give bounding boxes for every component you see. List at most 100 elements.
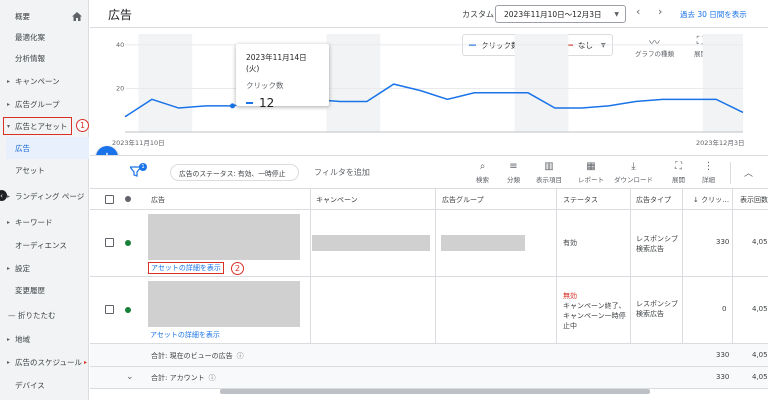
- tool-label: 展開: [672, 176, 685, 184]
- row-ad-type: レスポンシブ 検索広告: [636, 235, 678, 253]
- filter-chip-ad-status[interactable]: 広告のステータス: 有効、一時停止: [170, 164, 299, 181]
- row-status: 無効 キャンペーン終了、キャンペーン一時停止中: [563, 291, 627, 331]
- sidebar-item-settings[interactable]: ▸ 設定: [0, 258, 89, 278]
- search-icon: ⌕: [479, 161, 486, 172]
- column-header-ad[interactable]: 広告: [151, 195, 165, 205]
- chevron-right-icon: ▸: [7, 192, 11, 200]
- sidebar-item-audiences[interactable]: オーディエンス: [0, 235, 89, 255]
- tooltip-value-row: 12: [246, 96, 319, 110]
- chevron-right-icon: ▸: [7, 100, 11, 108]
- chevron-up-icon[interactable]: ︿: [744, 166, 753, 179]
- sidebar-item-recommendations[interactable]: 最適化案: [0, 27, 89, 47]
- tool-label: 詳細: [702, 176, 715, 184]
- add-filter-input[interactable]: フィルタを追加: [314, 167, 370, 178]
- date-custom-label: カスタム: [462, 10, 494, 19]
- expand-button[interactable]: ⛶ 展開: [672, 161, 685, 184]
- view-asset-details-link[interactable]: アセットの詳細を表示: [148, 262, 224, 274]
- column-header-ad-type[interactable]: 広告タイプ: [636, 195, 671, 205]
- tooltip-metric: クリック数: [246, 81, 284, 90]
- checkbox[interactable]: [105, 238, 114, 247]
- summary-label: 合計: 現在のビューの広告 ⓘ: [151, 351, 244, 361]
- x-end-label: 2023年12月3日: [696, 139, 745, 147]
- sidebar-item-ad-groups[interactable]: ▸ 広告グループ: [0, 94, 89, 114]
- help-icon[interactable]: ⓘ: [209, 373, 216, 383]
- caret-down-icon: ▼: [614, 11, 619, 18]
- y-tick-label: 40: [116, 41, 124, 49]
- search-button[interactable]: ⌕ 検索: [476, 161, 489, 184]
- sidebar-item-label: 変更履歴: [15, 285, 45, 295]
- sidebar-item-ads[interactable]: 広告: [6, 137, 89, 159]
- sidebar-item-campaigns[interactable]: ▸ キャンペーン: [0, 71, 89, 91]
- x-start-label: 2023年11月10日: [112, 139, 165, 147]
- sidebar-item-keywords[interactable]: ▸ キーワード: [0, 212, 89, 232]
- table-row: アセットの詳細を表示 無効 キャンペーン終了、キャンペーン一時停止中 レスポンシ…: [90, 277, 768, 344]
- row-checkbox[interactable]: [105, 305, 114, 314]
- more-button[interactable]: ⋮ 詳細: [702, 161, 715, 184]
- sidebar-item-change-history[interactable]: 変更履歴: [0, 280, 89, 300]
- expand-icon: ⛶: [675, 161, 682, 172]
- sidebar-item-devices[interactable]: デバイス: [0, 375, 89, 395]
- sidebar-item-locations[interactable]: ▸ 地域: [0, 329, 89, 349]
- segment-button[interactable]: ≡ 分類: [507, 161, 520, 184]
- date-range-picker[interactable]: 2023年11月10日～12月3日 ▼: [495, 5, 626, 23]
- sidebar-item-label: 広告グループ: [15, 99, 60, 109]
- status-dot: [125, 240, 131, 246]
- sidebar-item-label: 折りたたむ: [18, 310, 56, 320]
- sidebar-item-ads-assets[interactable]: ▾ 広告とアセット: [3, 116, 72, 136]
- column-header-clicks[interactable]: ↓ クリッ…: [693, 195, 729, 205]
- annotation-badge-1: 1: [76, 119, 89, 132]
- row-ad-type: レスポンシブ 検索広告: [636, 300, 678, 318]
- status-title: 無効: [563, 292, 577, 300]
- status-detail: キャンペーン終了、キャンペーン一時停止中: [563, 302, 626, 330]
- tool-label: 分類: [507, 176, 520, 184]
- column-header-impressions[interactable]: 表示回数: [740, 195, 768, 205]
- line-chart: 2040: [116, 34, 744, 133]
- chevron-left-icon[interactable]: ‹: [636, 5, 640, 18]
- sidebar-item-label: オーディエンス: [15, 240, 67, 250]
- tool-label: 検索: [476, 176, 489, 184]
- sidebar-item-label: 概要: [15, 11, 30, 21]
- row-status: 有効: [563, 239, 577, 247]
- column-header-ad-group[interactable]: 広告グループ: [442, 195, 484, 205]
- chevron-right-icon: ▸: [7, 335, 11, 343]
- tool-label: 表示項目: [536, 176, 562, 184]
- row-impressions: 4,05: [752, 305, 768, 313]
- table-header: 広告 キャンペーン 広告グループ ステータス 広告タイプ ↓ クリッ… 表示回数: [90, 189, 768, 210]
- columns-button[interactable]: ▥ 表示項目: [536, 161, 562, 184]
- tooltip-date: 2023年11月14日(火): [246, 53, 307, 73]
- summary-row-account: ⌄ 合計: アカウント ⓘ 330 4,05: [90, 367, 768, 389]
- chevron-right-icon[interactable]: ›: [658, 5, 662, 18]
- date-range-value: 2023年11月10日～12月3日: [504, 9, 602, 19]
- home-icon[interactable]: [72, 12, 82, 21]
- column-header-label: クリッ…: [701, 196, 730, 204]
- checkbox[interactable]: [105, 305, 114, 314]
- sidebar-item-landing-pages[interactable]: ▸ ランディング ページ: [0, 184, 89, 208]
- sidebar-item-label: 地域: [15, 334, 30, 344]
- arrow-down-icon: ↓: [693, 196, 702, 204]
- sidebar-item-label: 広告のスケジュール: [15, 357, 82, 367]
- sidebar-item-label: デバイス: [15, 380, 45, 390]
- sidebar-collapse[interactable]: — 折りたたむ: [0, 305, 89, 325]
- checkbox[interactable]: [105, 195, 114, 204]
- hover-point[interactable]: [229, 103, 235, 109]
- column-header-campaign[interactable]: キャンペーン: [316, 195, 358, 205]
- view-asset-details-link[interactable]: アセットの詳細を表示: [150, 330, 220, 340]
- recent-30-days-link[interactable]: 過去 30 日間を表示: [680, 9, 747, 20]
- minus-icon: —: [8, 310, 16, 320]
- ads-table: 広告 キャンペーン 広告グループ ステータス 広告タイプ ↓ クリッ… 表示回数…: [90, 189, 768, 400]
- row-checkbox[interactable]: [105, 238, 114, 247]
- chevron-down-icon[interactable]: ⌄: [126, 372, 134, 382]
- chevron-right-icon: ▸: [7, 358, 11, 366]
- horizontal-scrollbar[interactable]: [220, 389, 650, 394]
- help-icon[interactable]: ⓘ: [237, 351, 244, 361]
- select-all-checkbox[interactable]: [105, 195, 114, 204]
- column-header-status[interactable]: ステータス: [563, 195, 598, 205]
- tool-label: レポート: [578, 176, 604, 184]
- row-status-dot: [125, 240, 131, 246]
- download-button[interactable]: ⤓ ダウンロード: [614, 161, 653, 184]
- sidebar-item-ad-schedule[interactable]: ▸ 広告のスケジュール ▸: [0, 352, 89, 372]
- summary-clicks: 330: [716, 351, 730, 359]
- sidebar-item-assets[interactable]: アセット: [0, 160, 89, 180]
- sidebar-item-insights[interactable]: 分析情報: [0, 48, 89, 68]
- reports-button[interactable]: ▦ レポート: [578, 161, 604, 184]
